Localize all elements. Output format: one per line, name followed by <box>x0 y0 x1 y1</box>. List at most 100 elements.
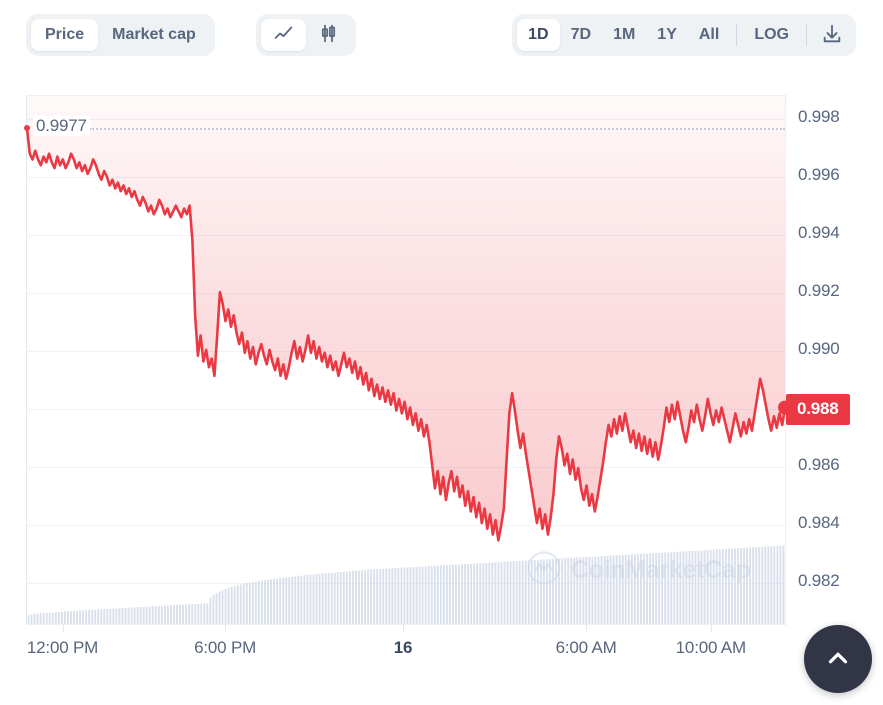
volume-bar <box>221 590 224 624</box>
volume-bar <box>582 557 585 624</box>
volume-bar <box>191 604 194 624</box>
volume-bar <box>73 610 75 624</box>
y-axis-tick-label: 0.982 <box>798 570 840 590</box>
line-chart-icon <box>273 23 294 48</box>
toolbar-divider <box>806 24 807 46</box>
range-1d[interactable]: 1D <box>517 19 560 51</box>
volume-bar <box>303 575 306 624</box>
volume-bar <box>264 580 266 624</box>
volume-bar <box>273 578 276 624</box>
volume-bar <box>455 564 457 624</box>
volume-bar <box>48 612 51 624</box>
volume-bar <box>97 609 100 624</box>
volume-bar <box>91 609 94 624</box>
volume-bar <box>752 547 755 624</box>
volume-bar <box>270 579 272 624</box>
volume-bar <box>570 557 573 624</box>
log-scale-button[interactable]: LOG <box>743 19 800 51</box>
volume-bar <box>776 545 779 624</box>
volume-bar <box>66 611 69 624</box>
volume-bar <box>336 572 339 624</box>
volume-bar <box>88 609 91 624</box>
range-1y[interactable]: 1Y <box>646 19 688 51</box>
volume-bar <box>109 608 112 624</box>
volume-bar <box>342 571 345 624</box>
volume-bar <box>254 581 257 624</box>
volume-bar <box>27 615 30 624</box>
volume-bar <box>324 573 327 624</box>
volume-bar <box>476 563 479 624</box>
volume-bar <box>636 554 639 624</box>
volume-bar <box>424 566 427 624</box>
volume-bar <box>718 549 721 624</box>
volume-bar <box>76 610 78 624</box>
volume-bar <box>409 567 412 624</box>
volume-bar <box>60 611 63 624</box>
price-series-svg <box>25 96 792 624</box>
volume-bar <box>82 610 84 624</box>
x-axis-tick-mark <box>710 625 712 632</box>
volume-bar <box>661 552 664 624</box>
volume-bar <box>376 569 379 624</box>
volume-bar <box>242 583 245 624</box>
range-1m[interactable]: 1M <box>602 19 646 51</box>
volume-bar <box>200 603 203 624</box>
x-axis-tick-mark <box>403 625 404 632</box>
tab-market-cap[interactable]: Market cap <box>98 19 210 51</box>
volume-bar <box>542 559 545 624</box>
volume-bar <box>585 557 588 624</box>
volume-bar <box>527 560 530 624</box>
volume-bar <box>467 563 470 624</box>
volume-bar <box>397 567 400 624</box>
volume-bar <box>706 550 709 624</box>
volume-bar <box>488 562 491 624</box>
x-axis-tick-mark <box>62 625 64 632</box>
volume-bar <box>318 573 321 624</box>
volume-bar <box>106 608 109 624</box>
volume-bar <box>758 547 761 624</box>
metric-toggle-group: Price Market cap <box>26 14 215 56</box>
volume-bar <box>251 582 254 624</box>
download-chart-button[interactable] <box>813 19 851 51</box>
volume-bar <box>630 554 633 624</box>
chart-plot-area[interactable]: 0.9977 CoinMarketCap <box>24 95 792 625</box>
volume-bar <box>755 547 758 624</box>
tab-price[interactable]: Price <box>31 19 99 51</box>
volume-bar <box>579 557 582 624</box>
volume-bar <box>470 563 473 624</box>
volume-bar <box>51 612 54 624</box>
volume-bar <box>597 556 600 624</box>
volume-bar <box>624 554 627 624</box>
range-7d[interactable]: 7D <box>560 19 602 51</box>
volume-bar <box>218 591 221 624</box>
y-axis-tick-label: 0.994 <box>798 223 840 243</box>
volume-bar <box>746 547 749 624</box>
volume-bar <box>358 570 360 624</box>
volume-bar <box>737 548 739 624</box>
x-axis-tick-label: 16 <box>393 638 413 657</box>
scroll-to-top-button[interactable] <box>804 625 872 693</box>
volume-bar <box>700 550 703 624</box>
chart-type-line[interactable] <box>261 19 306 51</box>
chart-toolbar: Price Market cap 1D 7D 1M 1Y All LOG <box>0 0 883 70</box>
volume-bar <box>385 568 388 624</box>
volume-bar <box>773 546 776 624</box>
volume-bar <box>433 565 436 624</box>
volume-bar <box>361 570 363 624</box>
chart-type-candlestick[interactable] <box>306 19 351 51</box>
volume-bar <box>406 567 409 624</box>
volume-bar <box>345 571 348 624</box>
volume-bar <box>100 609 103 624</box>
volume-bar <box>373 569 376 624</box>
volume-bar <box>627 554 630 624</box>
volume-bar <box>291 576 294 624</box>
volume-bar <box>418 566 421 624</box>
volume-bar <box>136 607 139 624</box>
price-area-fill <box>27 96 785 541</box>
volume-bar <box>512 561 515 624</box>
volume-bar <box>452 564 454 624</box>
range-all[interactable]: All <box>688 19 730 51</box>
volume-bar <box>667 552 670 624</box>
volume-bar <box>734 548 736 624</box>
volume-bar <box>112 608 115 624</box>
